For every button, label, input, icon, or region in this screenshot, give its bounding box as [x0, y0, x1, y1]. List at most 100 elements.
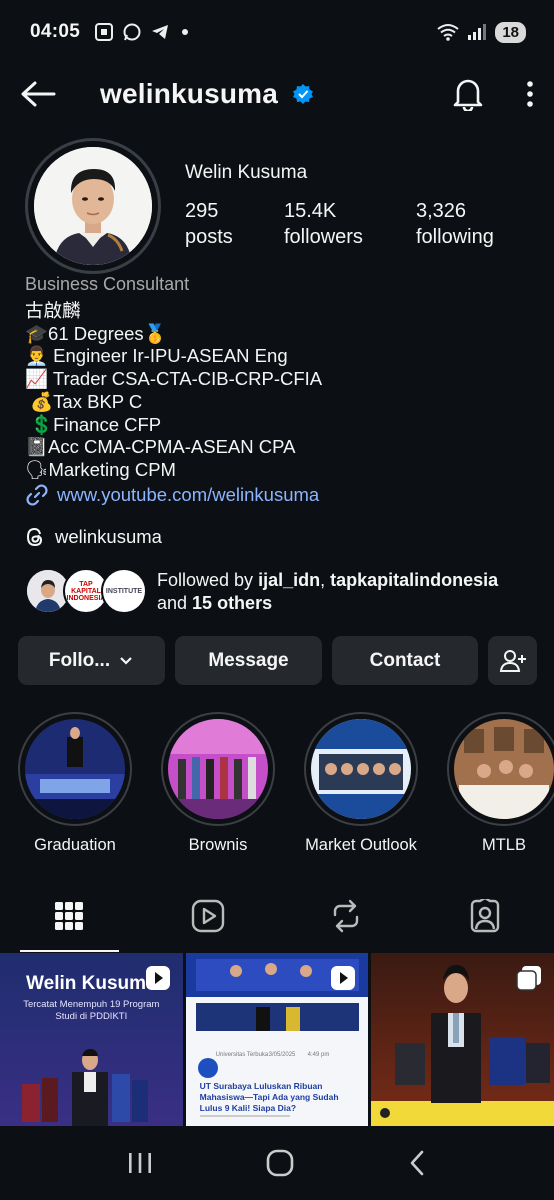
highlight-mtlb[interactable]: MTLB — [447, 712, 554, 855]
bio-line: 📓Acc CMA-CPMA-ASEAN CPA — [25, 436, 296, 458]
followers-label: followers — [284, 226, 363, 248]
tab-tagged[interactable] — [416, 880, 554, 952]
posts-grid: Welin Kusuma Tercatat Menempuh 19 Progra… — [0, 953, 554, 1126]
story-highlights: Graduation Brownis Market Outlook MTLB — [18, 712, 554, 862]
profile-avatar — [34, 147, 152, 265]
following-button[interactable]: Follo... — [18, 636, 165, 685]
profile-link[interactable]: www.youtube.com/welinkusuma — [25, 483, 319, 507]
chevron-down-icon — [120, 656, 132, 665]
highlight-market-outlook[interactable]: Market Outlook — [304, 712, 418, 855]
profile-link-text: www.youtube.com/welinkusuma — [57, 484, 320, 505]
mutual-user-1[interactable]: ijal_idn — [258, 570, 320, 590]
header-username: welinkusuma — [100, 78, 279, 109]
bio-line: 👨‍💼 Engineer Ir-IPU-ASEAN Eng — [25, 345, 288, 367]
post-news-headline: UT Surabaya Luluskan Ribuan Mahasiswa—Ta… — [199, 1081, 339, 1113]
post-news-source: Universitas Terbuka — [215, 1052, 269, 1058]
verified-badge-icon — [293, 84, 314, 104]
post-thumbnail[interactable]: Universitas Terbuka 3/05/2025 4:49 pm UT… — [185, 953, 369, 1126]
highlight-cover — [311, 719, 411, 819]
wifi-icon — [437, 24, 459, 41]
bio-line: 🗣Marketing CPM — [25, 458, 176, 480]
profile-actions: Follo... Message Contact — [18, 636, 537, 685]
highlight-cover — [168, 719, 268, 819]
profile-category: Business Consultant — [25, 274, 190, 294]
back-arrow-icon — [21, 81, 56, 107]
highlight-label: Graduation — [34, 836, 116, 854]
followed-by-prefix: Followed by — [157, 570, 259, 590]
reels-icon — [191, 899, 224, 933]
profile-bio: 古啟麟 🎓61 Degrees🥇 👨‍💼 Engineer Ir-IPU-ASE… — [25, 300, 322, 482]
posts-stat[interactable]: 295 posts — [185, 198, 233, 250]
mutual-followers-text: Followed by ijal_idn, tapkapitalindonesi… — [157, 569, 498, 615]
followers-count: 15.4K — [284, 200, 337, 222]
status-time: 04:05 — [30, 21, 81, 42]
following-stat[interactable]: 3,326 following — [416, 198, 494, 250]
post-thumbnail[interactable] — [371, 953, 554, 1126]
notification-bell-icon[interactable] — [452, 77, 484, 111]
screenshot-icon — [95, 23, 114, 41]
whatsapp-icon — [123, 23, 141, 41]
contact-button[interactable]: Contact — [332, 636, 478, 685]
following-label: following — [416, 226, 494, 248]
profile-tabs — [0, 880, 554, 952]
system-navigation-bar — [0, 1126, 554, 1200]
followed-by-sep: , — [320, 570, 331, 590]
carousel-badge-icon — [516, 966, 542, 991]
contact-button-label: Contact — [369, 649, 441, 671]
highlight-label: Market Outlook — [305, 836, 417, 854]
following-count: 3,326 — [416, 200, 467, 222]
tab-reels[interactable] — [139, 880, 278, 952]
tab-reposts[interactable] — [277, 880, 416, 952]
threads-handle: welinkusuma — [55, 526, 162, 547]
profile-avatar-ring[interactable] — [25, 138, 161, 274]
display-name: Welin Kusuma — [185, 162, 308, 183]
posts-label: posts — [185, 226, 233, 248]
mutual-avatar: INSTITUTE — [101, 568, 147, 614]
following-button-label: Follo... — [48, 649, 111, 671]
back-nav-icon[interactable] — [407, 1149, 427, 1177]
news-logo-icon — [197, 1058, 218, 1078]
post-thumbnail[interactable]: Welin Kusuma Tercatat Menempuh 19 Progra… — [0, 953, 183, 1126]
link-icon — [26, 484, 48, 506]
mutual-followers[interactable]: TAP KAPITAL INDONESIA INSTITUTE Followed… — [25, 568, 498, 616]
reel-badge-icon — [145, 966, 170, 990]
reel-badge-icon — [331, 966, 356, 990]
post-subtitle: Tercatat Menempuh 19 Program Studi di PD… — [23, 999, 160, 1022]
tab-posts-grid[interactable] — [0, 880, 139, 952]
mutual-others[interactable]: 15 others — [192, 593, 272, 613]
mutual-avatars: TAP KAPITAL INDONESIA INSTITUTE — [25, 568, 149, 616]
back-button[interactable] — [20, 76, 56, 112]
tagged-user-icon — [470, 899, 499, 933]
bio-line: 💰Tax BKP C — [25, 390, 143, 412]
bio-line: 💲Finance CFP — [25, 413, 162, 435]
home-icon[interactable] — [266, 1149, 294, 1177]
highlight-graduation[interactable]: Graduation — [18, 712, 132, 855]
message-button-label: Message — [208, 649, 289, 671]
highlight-brownis[interactable]: Brownis — [161, 712, 275, 855]
grid-icon — [55, 902, 84, 930]
battery-indicator: 18 — [495, 21, 526, 43]
more-options-icon[interactable] — [526, 81, 534, 107]
mutual-user-2[interactable]: tapkapitalindonesia — [330, 570, 498, 590]
notification-dot — [182, 29, 189, 35]
signal-icon — [468, 24, 487, 40]
repost-icon — [334, 899, 359, 933]
threads-badge[interactable]: welinkusuma — [25, 526, 162, 548]
bio-line: 🎓61 Degrees🥇 — [25, 322, 167, 344]
telegram-icon — [152, 25, 169, 39]
bio-line: 📈 Trader CSA-CTA-CIB-CRP-CFIA — [25, 368, 323, 390]
status-bar: 04:05 18 — [0, 0, 554, 64]
bio-line: 古啟麟 — [25, 300, 81, 321]
highlight-label: MTLB — [481, 836, 526, 854]
highlight-cover — [454, 719, 554, 819]
highlight-cover — [25, 719, 125, 819]
posts-count: 295 — [185, 200, 219, 222]
recent-apps-icon[interactable] — [127, 1151, 153, 1175]
suggest-users-button[interactable] — [488, 636, 537, 685]
highlight-label: Brownis — [188, 836, 248, 854]
profile-header: welinkusuma — [0, 64, 554, 124]
post-news-time: 4:49 pm — [307, 1052, 330, 1058]
followers-stat[interactable]: 15.4K followers — [284, 198, 363, 250]
message-button[interactable]: Message — [175, 636, 322, 685]
add-user-icon — [499, 649, 526, 672]
